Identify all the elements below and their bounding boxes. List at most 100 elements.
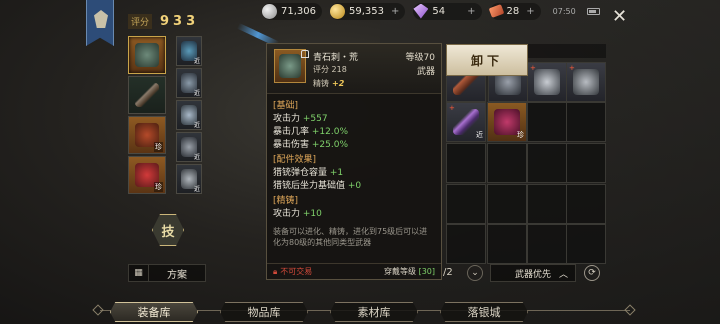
stat-recoil: 猎铳后坐力基础值 +0 (273, 180, 435, 193)
item-type: 武器 (416, 67, 435, 77)
silver-coin-icon (262, 3, 277, 19)
inventory-slot-empty[interactable] (527, 143, 567, 183)
tab-equipment[interactable]: 装备库 (110, 302, 198, 322)
armor-slot-chest[interactable]: 近 (176, 68, 202, 98)
accessory-slot-1[interactable]: 珍 (128, 116, 166, 154)
rarity-tag: 珍 (517, 131, 524, 139)
no-trade-label: 不可交易 (280, 267, 313, 276)
lock-icon (301, 50, 309, 58)
refresh-icon[interactable]: ⟳ (584, 265, 600, 281)
tab-luoyin-city[interactable]: 落银城 (440, 302, 528, 322)
stat-crit-damage: 暴击伤害 +25.0% (273, 139, 435, 152)
armor-slot-head[interactable]: 近 (176, 36, 202, 66)
score-display: 评分 933 (128, 14, 199, 29)
clock-time: 07:50 (552, 6, 576, 16)
item-score: 评分 218 (313, 65, 347, 74)
ticket-value: 28 (506, 5, 520, 17)
stat-value: +25.0% (311, 140, 349, 150)
stat-label: 猎铳弹仓容量 (273, 168, 328, 178)
gold-coin-icon (330, 3, 345, 19)
mask-item-icon (534, 69, 560, 95)
gold-value: 59,353 (349, 5, 384, 17)
inventory-slot-empty[interactable] (566, 102, 606, 142)
stat-value: +12.0% (311, 127, 349, 137)
armor-slot-feet[interactable]: 近 (176, 164, 202, 194)
inventory-slot[interactable]: 珍 (487, 102, 527, 142)
type-tag: 近 (476, 131, 483, 139)
stat-value: +10 (302, 209, 322, 219)
rarity-tag: 珍 (154, 182, 163, 192)
stat-label: 猎铳后坐力基础值 (273, 181, 346, 191)
currency-gold[interactable]: 59,353 + (330, 2, 406, 20)
inventory-slot-empty[interactable] (527, 224, 567, 264)
score-label: 评分 (128, 14, 153, 29)
weapon-icon (135, 43, 159, 67)
no-trade-indicator: 🔒︎ 不可交易 (273, 266, 312, 277)
unequip-button[interactable]: 卸下 (446, 44, 528, 76)
section-parts: [配件效果] (273, 155, 317, 165)
lock-icon: 🔒︎ (273, 266, 278, 276)
close-button[interactable]: ✕ (612, 8, 627, 26)
item-description: 装备可以进化、精铸，进化到75级后可以进化为80级的其他同类型武器 (273, 227, 428, 247)
currency-bar: 71,306 59,353 + 54 + 28 + 07:50 (262, 2, 600, 20)
currency-gem[interactable]: 54 + (413, 2, 482, 20)
gem-value: 54 (432, 5, 446, 17)
tooltip-header: 青石刺・荒 等级70 评分 218 武器 精铸 +2 (267, 44, 441, 94)
refine-value: +2 (332, 79, 345, 88)
armor-slot-arms[interactable]: 近 (176, 100, 202, 130)
stat-magazine: 猎铳弹仓容量 +1 (273, 167, 435, 180)
inventory-slot-empty[interactable] (566, 143, 606, 183)
inventory-slot-empty[interactable] (566, 184, 606, 224)
inventory-slot-empty[interactable] (487, 184, 527, 224)
inventory-slot-empty[interactable] (487, 143, 527, 183)
item-level: 等级70 (405, 53, 435, 63)
sort-dropdown[interactable]: 武器优先 ︿ (490, 264, 576, 282)
secondary-weapon-slot[interactable] (128, 76, 166, 114)
bottom-tab-bar: 装备库 物品库 素材库 落银城 (92, 300, 636, 322)
stat-crit-rate: 暴击几率 +12.0% (273, 126, 435, 139)
inventory-slot[interactable]: + (527, 62, 567, 102)
weapon-slot-selected[interactable] (128, 36, 166, 74)
currency-ticket[interactable]: 28 + (488, 2, 541, 20)
inventory-slot-empty[interactable] (446, 184, 486, 224)
tooltip-body: [基础] 攻击力 +557 暴击几率 +12.0% 暴击伤害 +25.0% [配… (267, 94, 441, 252)
helmet-item-icon (573, 69, 599, 95)
tooltip-footer: 🔒︎ 不可交易 穿戴等级 [30] (267, 263, 441, 279)
purple-gem-icon (413, 3, 429, 19)
currency-silver[interactable]: 71,306 (262, 2, 322, 20)
inventory-slot-empty[interactable] (566, 224, 606, 264)
chevron-down-icon[interactable]: ⌄ (467, 265, 483, 281)
add-ticket-button[interactable]: + (526, 6, 534, 17)
stat-value: +1 (329, 168, 344, 178)
inventory-slot[interactable]: + (566, 62, 606, 102)
wear-level-value: [30] (418, 267, 435, 276)
type-tag: 近 (193, 154, 200, 161)
item-refine: 精铸 +2 (313, 78, 344, 89)
add-gem-button[interactable]: + (467, 6, 475, 17)
inventory-slot-empty[interactable] (446, 143, 486, 183)
type-tag: 近 (193, 58, 200, 65)
silver-value: 71,306 (281, 5, 316, 17)
battery-icon (586, 7, 600, 15)
emblem-icon (94, 10, 108, 28)
grid-icon: ▦ (129, 265, 149, 281)
inventory-slot-empty[interactable] (527, 184, 567, 224)
tab-items[interactable]: 物品库 (220, 302, 308, 322)
armor-slot-legs[interactable]: 近 (176, 132, 202, 162)
inventory-slot-empty[interactable] (527, 102, 567, 142)
section-refine: [精铸] (273, 196, 299, 206)
rarity-tag: 珍 (154, 142, 163, 152)
stat-value: +0 (347, 181, 362, 191)
stat-attack: 攻击力 +557 (273, 113, 435, 126)
add-gold-button[interactable]: + (391, 6, 399, 17)
loadout-plan-button[interactable]: ▦ 方案 (128, 264, 206, 282)
item-name: 青石刺・荒 (313, 53, 359, 63)
accessory-slot-2[interactable]: 珍 (128, 156, 166, 194)
score-value: 933 (160, 14, 200, 29)
inventory-slot[interactable]: + 近 (446, 102, 486, 142)
inventory-slot-empty[interactable] (487, 224, 527, 264)
inventory-slot-empty[interactable] (446, 224, 486, 264)
wear-level-label: 穿戴等级 (384, 267, 417, 276)
ticket-icon (488, 4, 504, 18)
tab-materials[interactable]: 素材库 (330, 302, 418, 322)
